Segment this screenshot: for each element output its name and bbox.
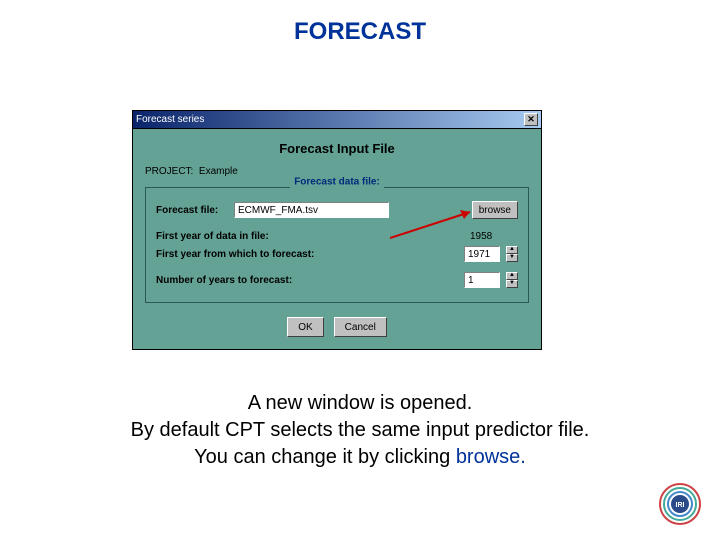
caption-line-1: A new window is opened. [0,390,720,417]
forecast-file-input[interactable] [234,202,389,218]
project-line: PROJECT: Example [145,166,529,177]
dialog-body: Forecast Input File PROJECT: Example For… [132,128,542,350]
project-label: PROJECT: [145,166,193,177]
dialog-window: Forecast series ✕ Forecast Input File PR… [132,110,542,350]
slide-title: FORECAST [0,0,720,46]
num-years-label: Number of years to forecast: [156,275,356,286]
forecast-data-fieldset: Forecast data file: Forecast file: brows… [145,187,529,303]
first-year-forecast-spinner[interactable]: ▲▼ [506,246,518,262]
cancel-button[interactable]: Cancel [334,317,387,337]
iri-logo-icon: IRI [658,482,702,526]
file-label: Forecast file: [156,205,228,216]
num-years-input[interactable] [464,272,500,288]
first-year-forecast-label: First year from which to forecast: [156,249,356,260]
caption-line-3: You can change it by clicking browse. [0,444,720,471]
ok-button[interactable]: OK [287,317,323,337]
dialog-heading: Forecast Input File [145,141,529,156]
caption-text: A new window is opened. By default CPT s… [0,390,720,471]
titlebar: Forecast series ✕ [132,110,542,128]
svg-text:IRI: IRI [676,502,685,509]
first-year-forecast-input[interactable] [464,246,500,262]
first-year-in-file-label: First year of data in file: [156,231,356,242]
close-icon[interactable]: ✕ [524,113,538,126]
first-year-in-file-value: 1958 [470,231,518,242]
num-years-spinner[interactable]: ▲▼ [506,272,518,288]
project-value: Example [199,166,238,177]
fieldset-legend: Forecast data file: [290,177,384,188]
caption-line-2: By default CPT selects the same input pr… [0,417,720,444]
titlebar-text: Forecast series [136,114,524,125]
browse-button[interactable]: browse [472,201,518,219]
